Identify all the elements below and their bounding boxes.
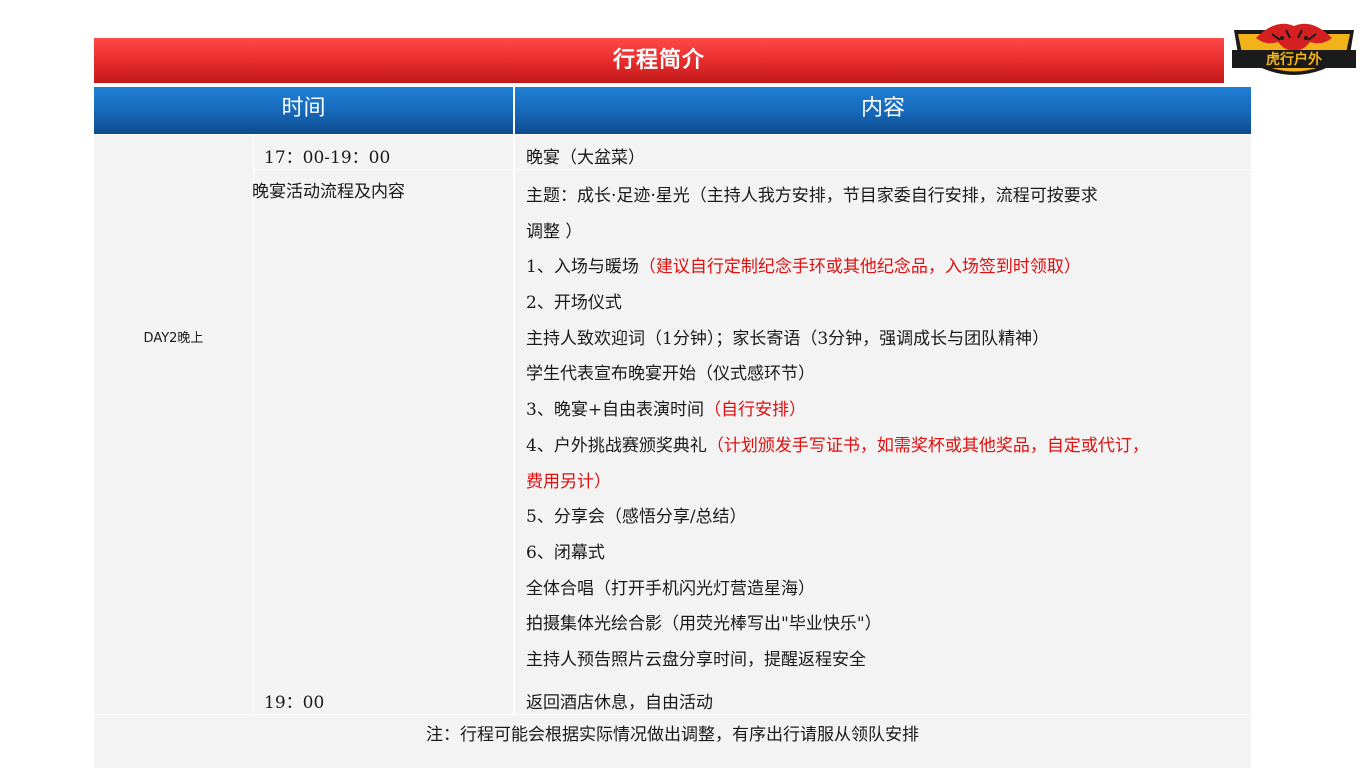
list-item: 1、入场与暖场（建议自行定制纪念手环或其他纪念品，入场签到时领取） bbox=[526, 257, 1081, 278]
footnote: 注：行程可能会根据实际情况做出调整，有序出行请服从领队安排 bbox=[426, 725, 919, 745]
row-content: 晚宴（大盆菜） bbox=[526, 148, 645, 168]
time-cell bbox=[254, 170, 513, 714]
row-time: 19：00 bbox=[264, 693, 325, 713]
list-item: 全体合唱（打开手机闪光灯营造星海） bbox=[526, 578, 815, 599]
row-content: 返回酒店休息，自由活动 bbox=[526, 693, 713, 713]
list-item: 4、户外挑战赛颁奖典礼（计划颁发手写证书，如需奖杯或其他奖品，自定或代订， bbox=[526, 435, 1149, 456]
list-item: 5、分享会（感悟分享/总结） bbox=[526, 507, 747, 528]
page-title: 行程简介 bbox=[94, 38, 1224, 83]
list-item: 调整 ） bbox=[526, 221, 583, 242]
row-time: 17：00-19：00 bbox=[264, 148, 391, 168]
row-time: 晚宴活动流程及内容 bbox=[252, 182, 405, 202]
list-item: 6、闭幕式 bbox=[526, 542, 605, 563]
list-item: 费用另计） bbox=[526, 471, 611, 492]
tiger-logo-icon: 虎行户外 bbox=[1232, 23, 1356, 75]
brand-logo: 虎行户外 bbox=[1226, 16, 1362, 90]
list-item: 主题：成长·足迹·星光（主持人我方安排，节目家委自行安排，流程可按要求 bbox=[526, 186, 1098, 206]
list-item: 2、开场仪式 bbox=[526, 293, 622, 314]
table-header: 时间 内容 bbox=[94, 87, 1251, 134]
list-item: 主持人预告照片云盘分享时间，提醒返程安全 bbox=[526, 649, 866, 670]
day-cell: DAY2晚上 bbox=[94, 135, 253, 714]
list-item: 学生代表宣布晚宴开始（仪式感环节） bbox=[526, 364, 815, 385]
header-content: 内容 bbox=[860, 96, 905, 121]
itinerary-table: DAY2晚上 17：00-19：00 晚宴（大盆菜） 晚宴活动流程及内容 主题：… bbox=[94, 135, 1251, 768]
list-item: 主持人致欢迎词（1分钟）；家长寄语（3分钟，强调成长与团队精神） bbox=[526, 328, 1050, 349]
list-item: 拍摄集体光绘合影（用荧光棒写出"毕业快乐"） bbox=[526, 614, 882, 635]
logo-text: 虎行户外 bbox=[1266, 51, 1322, 68]
program-list: 主题：成长·足迹·星光（主持人我方安排，节目家委自行安排，流程可按要求 调整 ）… bbox=[526, 183, 1149, 683]
header-time: 时间 bbox=[281, 96, 326, 121]
day-label: DAY2晚上 bbox=[143, 331, 204, 346]
list-item: 3、晚宴+自由表演时间（自行安排） bbox=[526, 400, 807, 421]
